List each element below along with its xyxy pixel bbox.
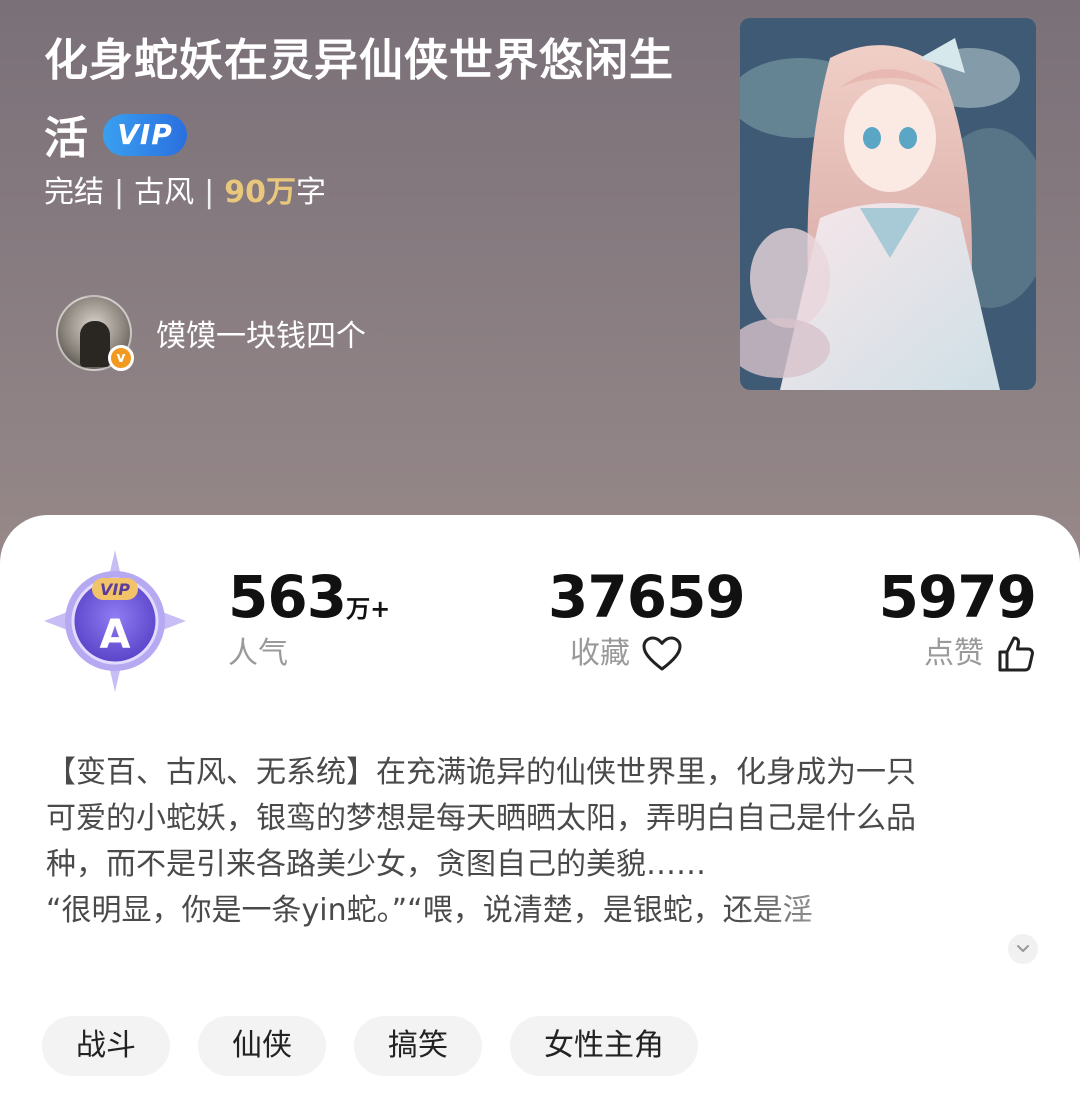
meta-separator: | [114, 175, 125, 210]
description-line-faded: “很明显，你是一条yin蛇。”“喂，说清楚，是银蛇，还是淫 [46, 888, 926, 934]
tag-chip[interactable]: 搞笑 [354, 1016, 482, 1076]
popularity-value: 563 [228, 563, 347, 631]
vip-badge: VIP [103, 114, 187, 156]
badge-vip-text: VIP [100, 580, 130, 599]
verified-badge-icon: v [108, 345, 134, 371]
thumbs-up-icon[interactable] [996, 634, 1036, 674]
book-meta: 完结 | 古风 | 90万字 [44, 172, 326, 214]
vip-level-badge-icon[interactable]: VIP A [42, 548, 188, 694]
book-cover-image[interactable] [740, 18, 1036, 390]
book-header: 化身蛇妖在灵异仙侠世界悠闲生活 VIP 完结 | 古风 | 90万字 v 馍馍一块钱四个 [0, 0, 1080, 540]
chevron-down-icon [1017, 945, 1029, 952]
author-row[interactable]: v 馍馍一块钱四个 [56, 295, 366, 371]
avatar-figure [80, 321, 110, 367]
book-title: 化身蛇妖在灵异仙侠世界悠闲生活 VIP [44, 22, 684, 178]
stat-likes[interactable]: 5979 点赞 [878, 562, 1037, 676]
tag-chip[interactable]: 女性主角 [510, 1016, 698, 1076]
likes-value: 5979 [878, 563, 1037, 631]
book-description[interactable]: 【变百、古风、无系统】在充满诡异的仙侠世界里，化身成为一只 可爱的小蛇妖，银鸾的… [46, 750, 1036, 948]
tag-chip[interactable]: 战斗 [42, 1016, 170, 1076]
favorites-label: 收藏 [570, 636, 630, 671]
tag-list: 战斗 仙侠 搞笑 女性主角 [42, 1016, 698, 1076]
author-avatar[interactable]: v [56, 295, 134, 371]
stat-favorites[interactable]: 37659 收藏 [548, 562, 746, 676]
meta-separator: | [204, 175, 215, 210]
popularity-unit: 万+ [346, 595, 391, 623]
tag-chip[interactable]: 仙侠 [198, 1016, 326, 1076]
expand-description-button[interactable] [1008, 934, 1038, 964]
word-unit: 字 [295, 175, 326, 210]
book-genre: 古风 [134, 175, 195, 210]
popularity-label: 人气 [228, 636, 288, 671]
favorites-value: 37659 [548, 563, 746, 631]
cover-illustration [740, 18, 1036, 390]
word-count: 90万 [224, 175, 296, 210]
heart-outline-icon[interactable] [642, 636, 682, 672]
description-line: 种，而不是引来各路美少女，贪图自己的美貌…… [46, 847, 706, 882]
stat-popularity: 563万+ 人气 [228, 562, 390, 676]
book-status: 完结 [44, 175, 104, 210]
likes-label: 点赞 [924, 636, 984, 671]
badge-grade: A [100, 612, 131, 658]
author-name[interactable]: 馍馍一块钱四个 [156, 311, 366, 355]
description-line: 【变百、古风、无系统】在充满诡异的仙侠世界里，化身成为一只 [46, 755, 916, 790]
description-line: 可爱的小蛇妖，银鸾的梦想是每天晒晒太阳，弄明白自己是什么品 [46, 801, 916, 836]
